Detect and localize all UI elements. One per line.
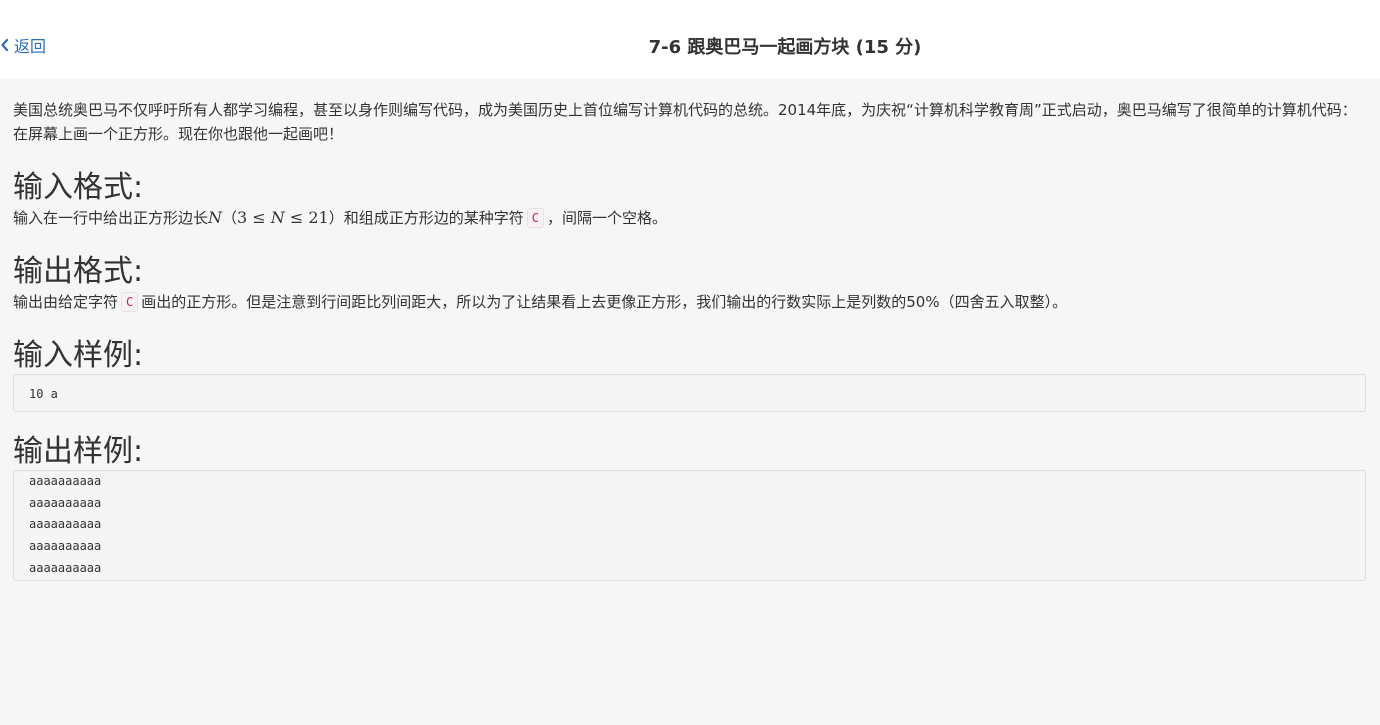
page-title: 7-6 跟奥巴马一起画方块 (15 分) bbox=[648, 37, 922, 58]
sample-output-heading: 输出样例: bbox=[13, 434, 144, 469]
math-range: 3 ≤ N ≤ 21 bbox=[237, 208, 329, 227]
range-close: ） bbox=[328, 209, 344, 227]
top-bar: 返回 7-6 跟奥巴马一起画方块 (15 分) bbox=[0, 0, 1380, 78]
inline-code-c: C bbox=[121, 292, 139, 312]
sample-output-block[interactable]: aaaaaaaaaa aaaaaaaaaa aaaaaaaaaa aaaaaaa… bbox=[13, 470, 1366, 581]
input-format-text: 输入在一行中给出正方形边长N（3 ≤ N ≤ 21）和组成正方形边的某种字符 C，… bbox=[13, 206, 1366, 230]
problem-content: 美国总统奥巴马不仅呼吁所有人都学习编程，甚至以身作则编写代码，成为美国历史上首位… bbox=[0, 78, 1380, 581]
input-format-heading: 输入格式: bbox=[13, 170, 144, 205]
input-format-middle: 和组成正方形边的某种字符 bbox=[343, 209, 524, 227]
problem-description: 美国总统奥巴马不仅呼吁所有人都学习编程，甚至以身作则编写代码，成为美国历史上首位… bbox=[13, 101, 1357, 143]
output-format-after: 画出的正方形。但是注意到行间距比列间距大，所以为了让结果看上去更像正方形，我们输… bbox=[141, 293, 1068, 311]
inline-code-c: C bbox=[526, 208, 544, 228]
range-open: （ bbox=[222, 209, 238, 227]
sample-input-heading: 输入样例: bbox=[13, 338, 144, 373]
math-var-n: N bbox=[208, 208, 223, 227]
sample-input-block[interactable]: 10 a bbox=[13, 374, 1366, 412]
input-format-after: ，间隔一个空格。 bbox=[547, 209, 668, 227]
output-format-heading: 输出格式: bbox=[13, 254, 144, 289]
input-format-before: 输入在一行中给出正方形边长 bbox=[13, 209, 209, 227]
output-format-text: 输出由给定字符 C 画出的正方形。但是注意到行间距比列间距大，所以为了让结果看上去更… bbox=[13, 290, 1366, 314]
output-format-before: 输出由给定字符 bbox=[13, 293, 119, 311]
